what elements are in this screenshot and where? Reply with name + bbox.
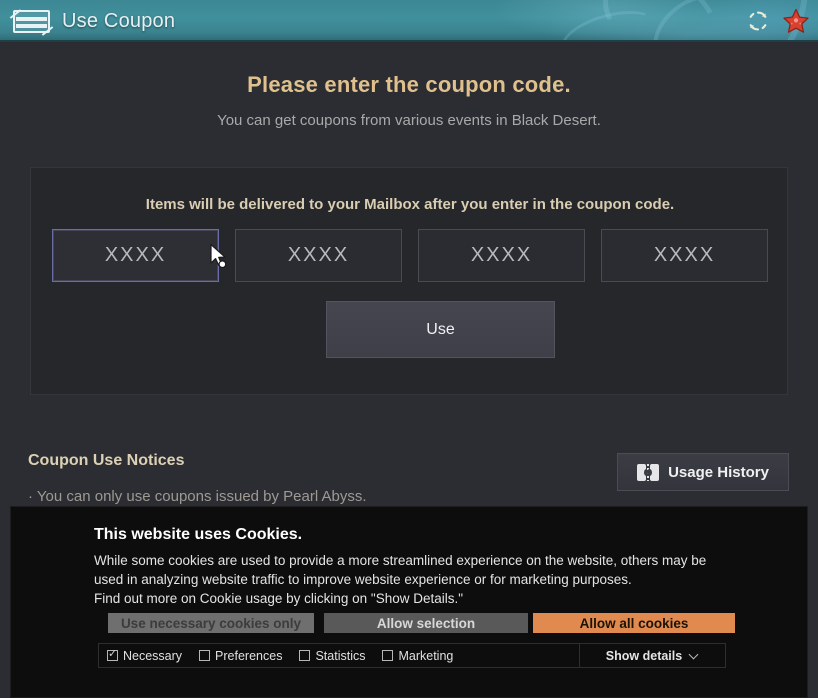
coupon-code-input-3[interactable]: XXXX — [418, 229, 585, 282]
ticket-icon — [637, 463, 660, 481]
usage-history-button[interactable]: Usage History — [617, 453, 789, 491]
coupon-code-row: XXXX XXXX XXXX XXXX — [52, 229, 768, 282]
checkbox-preferences[interactable]: Preferences — [199, 649, 282, 663]
close-icon[interactable] — [782, 8, 810, 35]
show-details-label: Show details — [605, 648, 683, 663]
checkbox-label: Preferences — [215, 648, 283, 663]
checkbox-label: Necessary — [123, 648, 183, 663]
notice-item: · You can only use coupons issued by Pea… — [28, 488, 367, 505]
window-title: Use Coupon — [62, 9, 176, 32]
coupon-code-input-2[interactable]: XXXX — [235, 229, 402, 282]
titlebar-left-group: Use Coupon — [9, 0, 176, 40]
coupon-code-input-1[interactable]: XXXX — [52, 229, 219, 282]
checkbox-icon[interactable] — [382, 650, 394, 661]
page-subtitle: You can get coupons from various events … — [217, 112, 601, 129]
chevron-down-icon — [690, 651, 699, 660]
checkbox-label: Statistics — [315, 648, 366, 663]
wave-decoration — [556, 1, 664, 40]
show-details-toggle[interactable]: Show details — [579, 644, 725, 667]
checkbox-icon[interactable] — [299, 650, 311, 661]
usage-history-label: Usage History — [668, 463, 769, 481]
cookie-banner-title: This website uses Cookies. — [94, 526, 303, 543]
notices-heading: Coupon Use Notices — [28, 452, 185, 469]
checkbox-icon[interactable] — [199, 650, 211, 661]
checkbox-icon[interactable] — [107, 647, 118, 661]
cookie-preferences-row: Necessary Preferences Statistics Marketi… — [98, 643, 726, 668]
allow-all-cookies-button[interactable]: Allow all cookies — [533, 613, 735, 633]
cookie-button-row: Use necessary cookies only Allow selecti… — [108, 613, 735, 633]
checkbox-label: Marketing — [398, 648, 454, 663]
use-coupon-window: Use Coupon Please enter the coupon code.… — [0, 0, 818, 698]
titlebar-buttons — [746, 0, 810, 40]
allow-selection-button[interactable]: Allow selection — [324, 613, 528, 633]
cookie-category-checkboxes: Necessary Preferences Statistics Marketi… — [99, 647, 579, 663]
checkbox-marketing[interactable]: Marketing — [382, 649, 453, 663]
wave-decoration — [588, 0, 732, 40]
use-button[interactable]: Use — [326, 301, 555, 358]
coupon-icon — [9, 8, 54, 36]
refresh-icon[interactable] — [746, 9, 770, 33]
coupon-entry-card: Items will be delivered to your Mailbox … — [30, 167, 788, 395]
checkbox-statistics[interactable]: Statistics — [299, 649, 365, 663]
wave-decoration — [640, 0, 742, 40]
mailbox-note: Items will be delivered to your Mailbox … — [145, 196, 675, 213]
cookie-consent-banner: This website uses Cookies. While some co… — [10, 506, 808, 698]
cookie-banner-body: While some cookies are used to provide a… — [94, 553, 707, 606]
coupon-code-input-4[interactable]: XXXX — [601, 229, 768, 282]
window-titlebar: Use Coupon — [0, 0, 818, 42]
use-necessary-cookies-only-button[interactable]: Use necessary cookies only — [108, 613, 314, 633]
checkbox-necessary[interactable]: Necessary — [107, 647, 183, 663]
page-title: Please enter the coupon code. — [247, 72, 571, 97]
